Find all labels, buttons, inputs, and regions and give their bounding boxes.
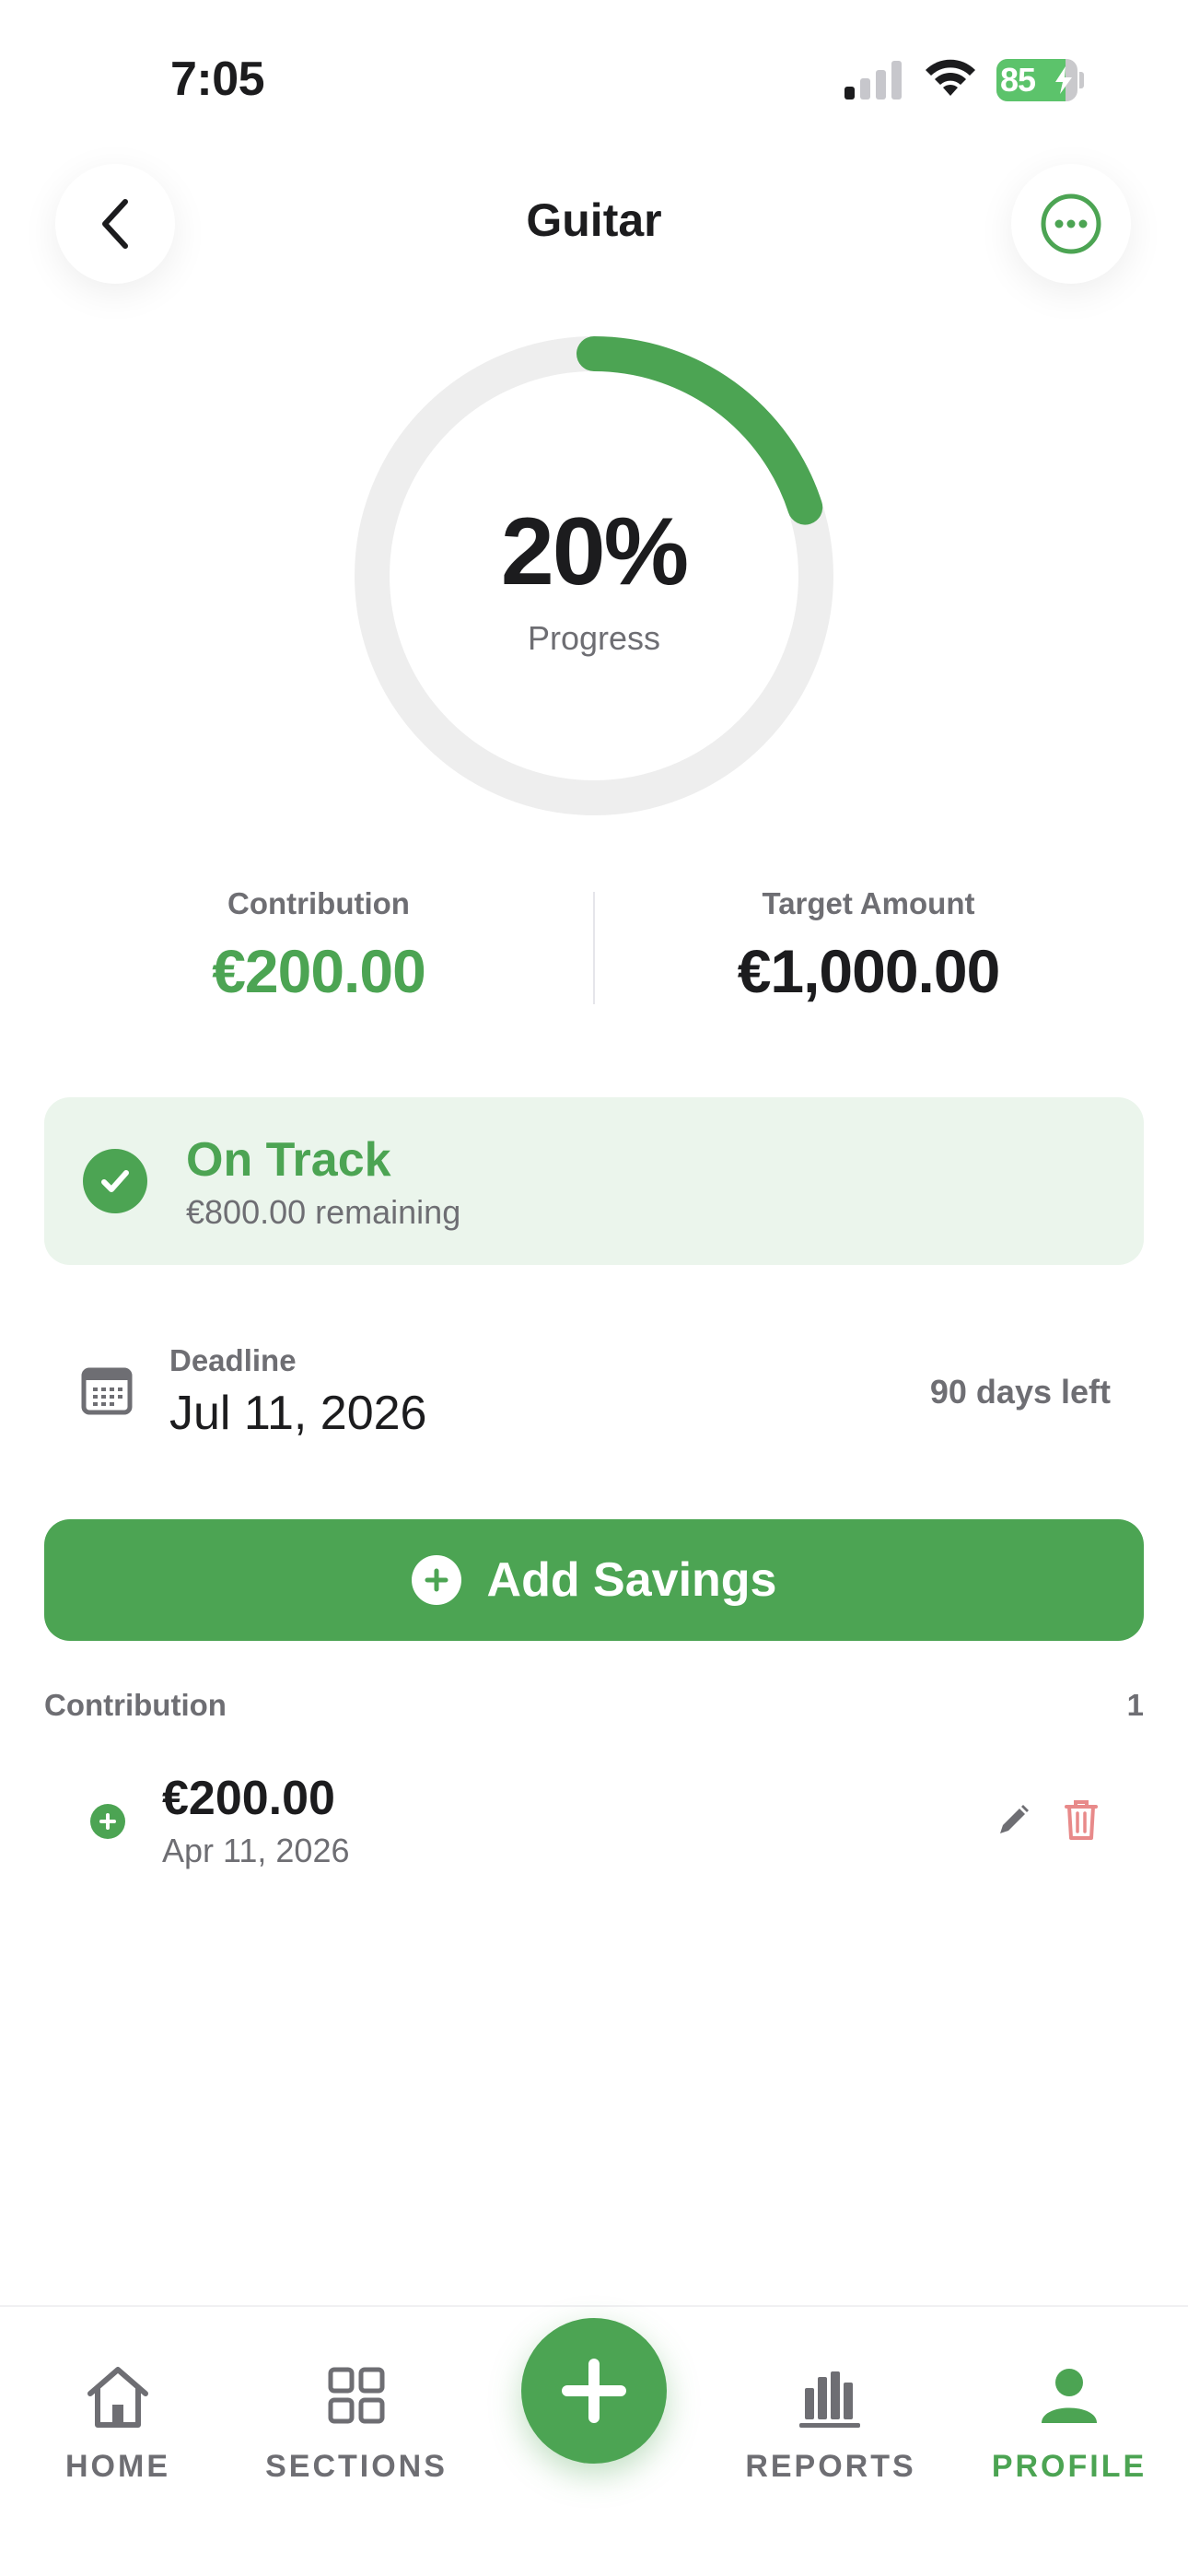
- contribution-value: €200.00: [212, 937, 426, 1005]
- progress-label: Progress: [527, 619, 661, 657]
- add-fab-button[interactable]: [521, 2318, 667, 2464]
- check-circle-icon: [83, 1149, 147, 1213]
- battery-body: 85: [996, 59, 1077, 101]
- trash-icon[interactable]: [1063, 1798, 1100, 1841]
- status-title: On Track: [186, 1133, 391, 1187]
- stats-divider: [593, 892, 595, 1004]
- plus-icon: [562, 2359, 626, 2423]
- status-card: On Track €800.00 remaining: [44, 1097, 1144, 1265]
- wifi-icon: [926, 59, 975, 96]
- target-amount-value: €1,000.00: [737, 937, 1001, 1005]
- battery-charging-icon: 85: [996, 59, 1084, 101]
- add-savings-label: Add Savings: [486, 1553, 777, 1607]
- grid-icon: [328, 2367, 385, 2424]
- status-time: 7:05: [170, 53, 265, 106]
- contribution-label: Contribution: [227, 886, 410, 920]
- tab-sections[interactable]: SECTIONS: [250, 2362, 462, 2500]
- tab-profile[interactable]: PROFILE: [963, 2362, 1175, 2500]
- home-icon: [87, 2367, 148, 2428]
- plus-circle-icon: [90, 1804, 125, 1839]
- battery-cap: [1079, 72, 1084, 88]
- deadline-label: Deadline: [169, 1343, 297, 1377]
- bar-chart-icon: [799, 2371, 860, 2428]
- tab-home-label: HOME: [65, 2449, 170, 2484]
- status-bar: 7:05 85: [0, 0, 1188, 157]
- more-horizontal-icon: [1041, 193, 1101, 254]
- progress-percent: 20%: [500, 498, 689, 605]
- bolt-icon: [1055, 66, 1072, 94]
- entry-date: Apr 11, 2026: [162, 1832, 350, 1869]
- add-savings-button[interactable]: Add Savings: [44, 1519, 1144, 1641]
- entry-amount: €200.00: [162, 1772, 335, 1825]
- deadline-date: Jul 11, 2026: [169, 1387, 427, 1440]
- tab-home[interactable]: HOME: [12, 2362, 224, 2500]
- plus-circle-icon: [411, 1555, 461, 1605]
- status-remaining: €800.00 remaining: [186, 1193, 461, 1231]
- target-amount-label: Target Amount: [762, 886, 975, 920]
- tab-reports-label: REPORTS: [745, 2449, 916, 2484]
- contributions-count: 1: [1126, 1688, 1144, 1722]
- days-left: 90 days left: [929, 1373, 1111, 1411]
- contributions-header: Contribution: [44, 1688, 227, 1722]
- page-title: Guitar: [526, 194, 662, 246]
- signal-icon: [844, 61, 902, 100]
- edit-icon[interactable]: [995, 1802, 1031, 1839]
- list-item[interactable]: €200.00 Apr 11, 2026: [44, 1762, 1144, 1881]
- tab-profile-label: PROFILE: [991, 2449, 1147, 2484]
- calendar-icon: [81, 1367, 133, 1415]
- user-icon: [1042, 2369, 1097, 2423]
- tab-reports[interactable]: REPORTS: [725, 2362, 937, 2500]
- more-options-button[interactable]: [1011, 164, 1131, 284]
- tab-sections-label: SECTIONS: [265, 2449, 448, 2484]
